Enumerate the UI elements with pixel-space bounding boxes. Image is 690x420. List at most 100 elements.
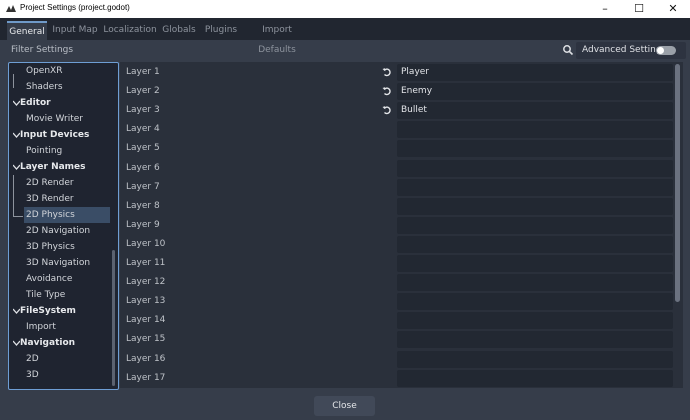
sidebar-scrollbar[interactable] <box>112 250 115 386</box>
layer-name-input[interactable] <box>397 121 673 139</box>
layer-label: Layer 10 <box>126 238 166 249</box>
layer-row: Layer 4 <box>120 120 673 139</box>
tab-globals[interactable]: Globals <box>160 20 198 40</box>
layer-name-value: Enemy <box>401 86 433 97</box>
sidebar-item-nav-3d[interactable]: 3D <box>9 367 111 383</box>
maximize-button[interactable]: ☐ <box>622 0 656 18</box>
sidebar-item-tile-type[interactable]: Tile Type <box>9 287 111 303</box>
layer-name-input[interactable] <box>397 369 673 387</box>
godot-logo-icon <box>6 5 16 12</box>
tab-input-map[interactable]: Input Map <box>52 20 98 40</box>
toggle-knob <box>657 47 664 54</box>
layer-name-input[interactable] <box>397 216 673 234</box>
tab-import-defaults[interactable]: Import Defaults <box>244 20 310 55</box>
layer-label: Layer 14 <box>126 315 166 326</box>
sidebar-section-editor[interactable]: Editor <box>9 95 111 111</box>
chevron-down-icon <box>13 308 20 314</box>
layer-name-input[interactable] <box>397 255 673 272</box>
advanced-settings-label: Advanced Settings <box>582 45 667 55</box>
layer-name-input[interactable] <box>397 293 673 311</box>
tab-plugins[interactable]: Plugins <box>202 20 240 40</box>
tab-bar: General Input Map Localization Globals P… <box>0 18 690 55</box>
layer-row: Layer 13 <box>120 292 673 311</box>
tree-guide-line <box>13 216 23 217</box>
layer-label: Layer 5 <box>126 143 160 154</box>
chevron-down-icon <box>13 100 20 106</box>
content-scrollbar[interactable] <box>675 64 680 302</box>
layer-label: Layer 8 <box>126 200 160 211</box>
tab-general[interactable]: General <box>7 21 47 42</box>
chevron-down-icon <box>13 340 20 346</box>
sidebar-item-2d-physics[interactable]: 2D Physics <box>24 207 110 223</box>
sidebar-item-3d-navigation[interactable]: 3D Navigation <box>9 255 111 271</box>
close-window-button[interactable]: ✕ <box>656 0 690 18</box>
layer-name-input[interactable] <box>397 159 673 177</box>
layer-row: Layer 1 Player <box>120 63 673 82</box>
layer-name-value: Player <box>401 67 430 77</box>
layer-name-input[interactable] <box>397 331 673 349</box>
layer-label: Layer 17 <box>126 372 166 383</box>
layer-row: Layer 15 <box>120 330 673 349</box>
sidebar-item-openxr[interactable]: OpenXR <box>9 63 111 79</box>
sidebar-item-2d-render[interactable]: 2D Render <box>9 175 111 191</box>
search-icon[interactable] <box>562 44 574 56</box>
tab-localization[interactable]: Localization <box>103 20 157 40</box>
layer-row: Layer 10 <box>120 235 673 254</box>
chevron-down-icon <box>13 164 20 170</box>
layer-label: Layer 12 <box>126 277 166 288</box>
layer-name-input[interactable] <box>397 350 673 368</box>
layer-name-input[interactable] <box>397 312 673 330</box>
chevron-down-icon <box>13 132 20 138</box>
layer-name-input[interactable]: Enemy <box>397 83 673 101</box>
layer-names-panel: Layer 1 Player Layer 2 Enemy Layer 3 Bullet La… <box>120 62 683 388</box>
layer-row: Layer 3 Bullet <box>120 101 673 120</box>
sidebar-section-filesystem[interactable]: FileSystem <box>9 303 111 319</box>
minimize-button[interactable]: – <box>588 0 622 18</box>
filter-settings-input[interactable]: Filter Settings <box>5 42 561 59</box>
layer-label: Layer 6 <box>126 162 160 173</box>
sidebar-item-import[interactable]: Import <box>9 319 111 335</box>
advanced-settings-toggle[interactable]: Advanced Settings <box>576 42 686 59</box>
layer-name-input[interactable]: Player <box>397 64 673 81</box>
layer-label: Layer 9 <box>126 219 160 230</box>
layer-name-input[interactable] <box>397 140 673 158</box>
layer-row: Layer 9 <box>120 216 673 235</box>
layer-name-input[interactable] <box>397 235 673 253</box>
sidebar-item-avoidance[interactable]: Avoidance <box>9 271 111 287</box>
layer-row: Layer 14 <box>120 311 673 330</box>
layer-row: Layer 6 <box>120 159 673 178</box>
layer-label: Layer 3 <box>126 105 160 116</box>
layer-name-input[interactable]: Bullet <box>397 102 673 120</box>
sidebar-item-shaders[interactable]: Shaders <box>9 79 111 95</box>
close-button[interactable]: Close <box>314 396 375 416</box>
layer-row: Layer 8 <box>120 197 673 216</box>
layer-row: Layer 17 <box>120 369 673 388</box>
sidebar-section-input-devices[interactable]: Input Devices <box>9 127 111 143</box>
layer-name-input[interactable] <box>397 197 673 215</box>
layer-name-value: Bullet <box>401 105 427 116</box>
layer-label: Layer 1 <box>126 67 160 77</box>
layer-row: Layer 2 Enemy <box>120 82 673 101</box>
sidebar-item-3d-render[interactable]: 3D Render <box>9 191 111 207</box>
sidebar-item-2d-navigation[interactable]: 2D Navigation <box>9 223 111 239</box>
sidebar-section-layer-names[interactable]: Layer Names <box>9 159 111 175</box>
toggle-switch[interactable] <box>656 46 676 55</box>
sidebar-item-movie-writer[interactable]: Movie Writer <box>9 111 111 127</box>
layer-row: Layer 5 <box>120 139 673 158</box>
sidebar-section-navigation[interactable]: Navigation <box>9 335 111 351</box>
revert-icon[interactable] <box>382 67 392 77</box>
layer-label: Layer 4 <box>126 124 160 135</box>
revert-icon[interactable] <box>382 86 392 96</box>
layer-name-input[interactable] <box>397 274 673 292</box>
revert-icon[interactable] <box>382 105 392 115</box>
settings-tree: OpenXR Shaders Editor Movie Writer Input… <box>8 62 119 390</box>
layer-label: Layer 11 <box>126 258 166 268</box>
sidebar-item-3d-physics[interactable]: 3D Physics <box>9 239 111 255</box>
layer-name-input[interactable] <box>397 178 673 196</box>
layer-label: Layer 2 <box>126 86 160 97</box>
layer-label: Layer 13 <box>126 296 166 307</box>
sidebar-item-nav-2d[interactable]: 2D <box>9 351 111 367</box>
layer-label: Layer 16 <box>126 353 166 364</box>
layer-label: Layer 15 <box>126 334 166 345</box>
sidebar-item-pointing[interactable]: Pointing <box>9 143 111 159</box>
